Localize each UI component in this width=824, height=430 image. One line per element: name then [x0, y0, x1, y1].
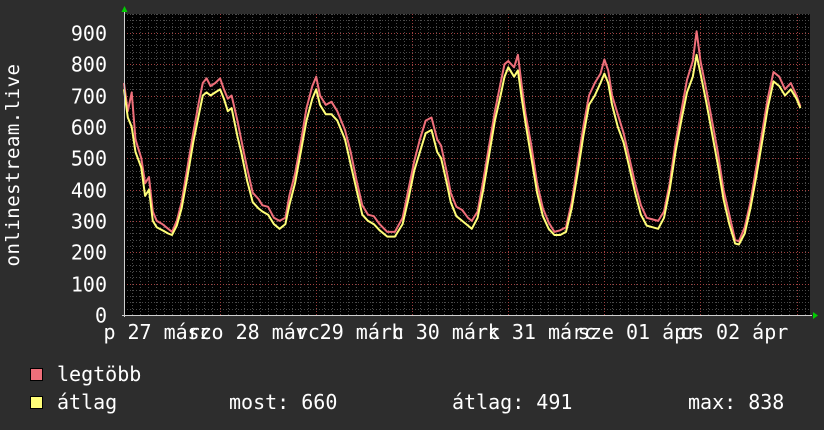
- y-tick-label: 300: [71, 210, 107, 234]
- x-tick-label: h 30 márc: [392, 320, 500, 344]
- legend-item-max: legtöbb: [30, 362, 142, 386]
- y-tick-label: 400: [71, 179, 107, 203]
- y-axis-label: onlinestream.live: [2, 63, 24, 267]
- y-tick-label: 200: [71, 241, 107, 265]
- plot-area: [124, 14, 810, 315]
- y-axis-arrow-icon: [121, 6, 128, 12]
- stat-current: most: 660: [229, 390, 338, 414]
- legend-item-avg: átlag: [30, 390, 118, 414]
- y-tick-label: 700: [71, 85, 107, 109]
- y-tick-label: 100: [71, 273, 107, 297]
- y-tick-label: 900: [71, 22, 107, 46]
- y-tick-labels: 0100200300400500600700800900: [71, 22, 107, 328]
- x-axis-arrow-icon: [813, 312, 818, 319]
- stat-average: átlag: 491: [452, 390, 573, 414]
- legend-label-avg: átlag: [57, 390, 118, 414]
- legend-swatch-max: [30, 367, 43, 381]
- y-tick-label: 600: [71, 116, 107, 140]
- y-tick-label: 800: [71, 53, 107, 77]
- stat-max: max: 838: [688, 390, 785, 414]
- x-tick-labels: p 27 márcszo 28 márcv 29 márch 30 márck …: [103, 320, 788, 344]
- x-tick-label: v 29 márc: [296, 320, 404, 344]
- y-tick-label: 500: [71, 147, 107, 171]
- x-tick-label: cs 02 ápr: [680, 320, 788, 344]
- chart: 0100200300400500600700800900 p 27 márcsz…: [71, 6, 818, 344]
- legend-swatch-avg: [30, 395, 43, 409]
- legend-label-max: legtöbb: [57, 362, 142, 386]
